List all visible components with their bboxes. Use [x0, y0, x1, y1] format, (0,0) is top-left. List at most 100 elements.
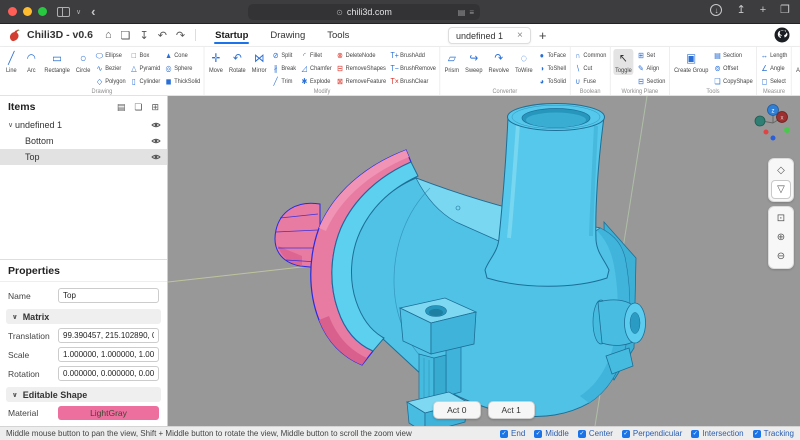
close-document-icon[interactable]: ×: [517, 30, 523, 41]
chevron-down-icon[interactable]: ∨: [76, 8, 81, 16]
toface-button[interactable]: ●ToFace: [537, 49, 567, 62]
checkbox-icon[interactable]: ✓: [622, 430, 630, 438]
tab-drawing[interactable]: Drawing: [261, 26, 314, 44]
tab-tools[interactable]: Tools: [318, 26, 358, 44]
expand-icon[interactable]: ⊞: [151, 102, 159, 113]
rotation-field[interactable]: [58, 366, 159, 381]
shading-mode-button[interactable]: ▽: [771, 180, 791, 199]
brushremove-button[interactable]: T−BrushRemove: [390, 62, 437, 75]
trim-button[interactable]: ╱Trim: [271, 75, 297, 88]
site-settings-icon[interactable]: ⊙: [336, 8, 343, 17]
snap-middle[interactable]: ✓Middle: [534, 429, 569, 438]
cylinder-button[interactable]: ▯Cylinder: [129, 75, 161, 88]
checkbox-icon[interactable]: ✓: [500, 430, 508, 438]
set-button[interactable]: ⊞Set: [636, 49, 666, 62]
offset-button[interactable]: ⊚Offset: [713, 62, 754, 75]
cut-button[interactable]: ∖Cut: [573, 62, 607, 75]
toshell-button[interactable]: ◑ToShell: [537, 62, 567, 75]
zoom-window-button[interactable]: [38, 7, 47, 16]
cone-button[interactable]: ▲Cone: [164, 49, 201, 62]
bezier-button[interactable]: ∿Bezier: [95, 62, 127, 75]
view-cube-button[interactable]: ◇: [771, 161, 791, 180]
tree-item-undefined-1[interactable]: ∨undefined 1: [0, 117, 167, 133]
fuse-button[interactable]: ∪Fuse: [573, 75, 607, 88]
polygon-button[interactable]: ◇Polygon: [95, 75, 127, 88]
checkbox-icon[interactable]: ✓: [578, 430, 586, 438]
back-button[interactable]: ‹: [91, 7, 95, 17]
thicksolid-button[interactable]: ◼ThickSolid: [164, 75, 201, 88]
tree-item-bottom[interactable]: Bottom: [0, 133, 167, 149]
reader-mode-icon[interactable]: ≡: [469, 8, 474, 17]
break-button[interactable]: ∦Break: [271, 62, 297, 75]
duplicate-icon[interactable]: ❏: [134, 102, 142, 113]
documents-icon[interactable]: ❏: [121, 29, 131, 42]
visibility-eye-icon[interactable]: [151, 121, 161, 129]
snap-intersection[interactable]: ✓Intersection: [691, 429, 743, 438]
pyramid-button[interactable]: △Pyramid: [129, 62, 161, 75]
box-button[interactable]: □Box: [129, 49, 161, 62]
downloads-icon[interactable]: ↓: [710, 4, 722, 16]
tab-overview-icon[interactable]: ❐: [780, 4, 790, 16]
viewport-3d[interactable]: z x ◇ ▽ ⊡ ⊕ ⊖ Act 0Act 1: [168, 96, 800, 426]
axis-neg-y-dot[interactable]: [784, 127, 790, 133]
aligncamera-button[interactable]: ◉AlignCamera: [794, 49, 800, 75]
rectangle-button[interactable]: ▭Rectangle: [43, 49, 72, 75]
common-button[interactable]: ∩Common: [573, 49, 607, 62]
deletenode-button[interactable]: ⊗DeleteNode: [335, 49, 387, 62]
home-icon[interactable]: ⌂: [105, 29, 112, 42]
length-button[interactable]: ↔Length: [760, 49, 789, 62]
create-group-button[interactable]: ▣Create Group: [672, 49, 710, 75]
snap-end[interactable]: ✓End: [500, 429, 525, 438]
split-button[interactable]: ⊘Split: [271, 49, 297, 62]
minimize-window-button[interactable]: [23, 7, 32, 16]
undo-icon[interactable]: ↶: [158, 29, 167, 42]
brushadd-button[interactable]: T+BrushAdd: [390, 49, 437, 62]
visibility-eye-icon[interactable]: [151, 137, 161, 145]
checkbox-icon[interactable]: ✓: [753, 430, 761, 438]
mirror-button[interactable]: ⋈Mirror: [250, 49, 268, 75]
redo-icon[interactable]: ↷: [176, 29, 185, 42]
sphere-button[interactable]: ◎Sphere: [164, 62, 201, 75]
move-button[interactable]: ✛Move: [207, 49, 224, 75]
chamfer-button[interactable]: ◿Chamfer: [300, 62, 333, 75]
editable-shape-section-header[interactable]: ∨ Editable Shape: [6, 387, 161, 402]
scale-field[interactable]: [58, 347, 159, 362]
angle-button[interactable]: ∠Angle: [760, 62, 789, 75]
github-icon[interactable]: [774, 27, 790, 43]
removefeature-button[interactable]: ⊠RemoveFeature: [335, 75, 387, 88]
fillet-button[interactable]: ◜Fillet: [300, 49, 333, 62]
fit-view-button[interactable]: ⊡: [771, 209, 791, 228]
navigation-gizmo[interactable]: z x: [742, 100, 794, 146]
checkbox-icon[interactable]: ✓: [534, 430, 542, 438]
save-icon[interactable]: ↧: [139, 29, 148, 42]
act-1-button[interactable]: Act 1: [488, 401, 535, 419]
section-button[interactable]: ⊟Section: [636, 75, 666, 88]
share-icon[interactable]: ↥: [736, 4, 745, 16]
act-0-button[interactable]: Act 0: [433, 401, 480, 419]
section-button[interactable]: ▤Section: [713, 49, 754, 62]
model-3d[interactable]: [168, 96, 800, 426]
axis-neg-z-dot[interactable]: [771, 136, 776, 141]
towire-button[interactable]: ◌ToWire: [513, 49, 534, 75]
name-field[interactable]: [58, 288, 159, 303]
snap-tracking[interactable]: ✓Tracking: [753, 429, 794, 438]
privacy-report-icon[interactable]: ▤: [458, 8, 466, 17]
zoom-out-button[interactable]: ⊖: [771, 247, 791, 266]
arc-button[interactable]: ◠Arc: [23, 49, 40, 75]
address-bar[interactable]: ⊙ chili3d.com ▤ ≡: [248, 4, 480, 20]
rotate-button[interactable]: ↶Rotate: [227, 49, 247, 75]
axis-neg-x-dot[interactable]: [764, 130, 769, 135]
document-tab[interactable]: undefined 1 ×: [448, 27, 531, 44]
checkbox-icon[interactable]: ✓: [691, 430, 699, 438]
prism-button[interactable]: ▱Prism: [443, 49, 461, 75]
expand-caret-icon[interactable]: ∨: [6, 121, 15, 129]
copyshape-button[interactable]: ❏CopyShape: [713, 75, 754, 88]
add-document-button[interactable]: +: [539, 28, 547, 43]
tosolid-button[interactable]: ◕ToSolid: [537, 75, 567, 88]
revolve-button[interactable]: ↷Revolve: [487, 49, 511, 75]
material-button[interactable]: LightGray: [58, 406, 159, 420]
model-side-port[interactable]: [593, 300, 646, 345]
ellipse-button[interactable]: ◯Ellipse: [95, 49, 127, 62]
toggle-button[interactable]: ↖Toggle: [613, 49, 633, 75]
brushclear-button[interactable]: T×BrushClear: [390, 75, 437, 88]
